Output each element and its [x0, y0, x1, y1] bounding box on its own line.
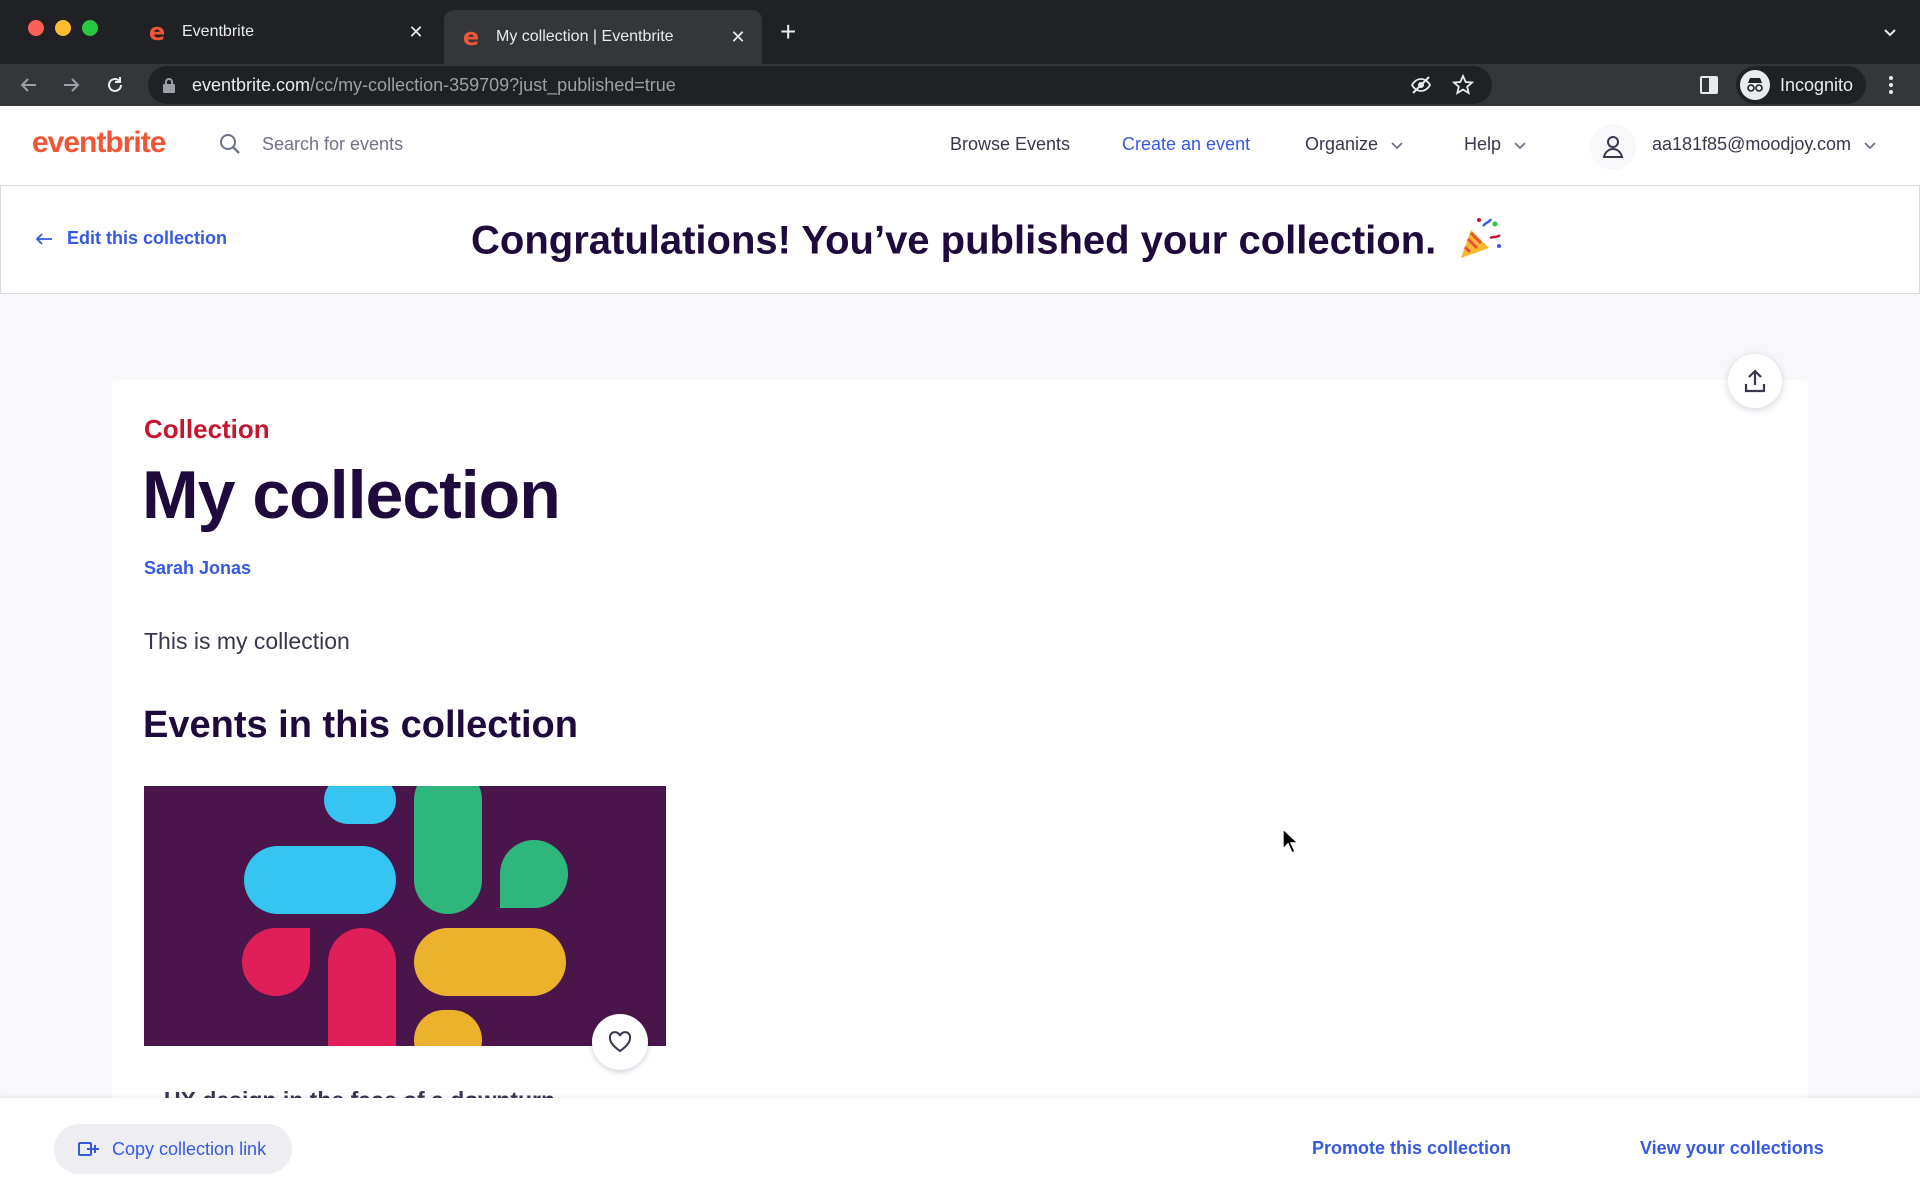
promote-collection-link[interactable]: Promote this collection [1312, 1138, 1511, 1159]
account-email: aa181f85@moodjoy.com [1652, 134, 1852, 154]
mouse-cursor-icon [1282, 827, 1300, 859]
nav-help-label: Help [1464, 134, 1502, 154]
collection-author-link[interactable]: Sarah Jonas [144, 558, 251, 579]
congratulations-text: Congratulations! You’ve published your c… [471, 218, 1437, 263]
congratulations-message: Congratulations! You’ve published your c… [471, 216, 1503, 270]
eye-slash-icon[interactable] [1410, 74, 1432, 101]
collection-title: My collection [142, 457, 561, 533]
arrow-left-icon [35, 232, 52, 245]
collection-description: This is my collection [144, 628, 350, 654]
chevron-down-icon [1864, 141, 1876, 149]
address-bar[interactable]: eventbrite.com/cc/my-collection-359709?j… [148, 66, 1492, 104]
tab-title: My collection | Eventbrite [496, 28, 674, 45]
edit-collection-label: Edit this collection [67, 228, 228, 248]
tab-search-chevron-icon[interactable] [1882, 24, 1898, 45]
tab-title: Eventbrite [182, 23, 255, 40]
link-icon [78, 1142, 99, 1156]
view-collections-link[interactable]: View your collections [1640, 1138, 1824, 1159]
reload-icon[interactable] [104, 74, 126, 96]
events-heading: Events in this collection [143, 704, 578, 746]
nav-browse-events[interactable]: Browse Events [950, 134, 1070, 155]
edit-collection-link[interactable]: Edit this collection [35, 228, 227, 249]
event-search[interactable]: Search for events [218, 132, 403, 156]
close-tab-icon[interactable]: ✕ [728, 27, 748, 48]
maximize-window-button[interactable] [82, 20, 98, 36]
account-menu[interactable]: aa181f85@moodjoy.com [1652, 134, 1877, 155]
nav-organize-label: Organize [1305, 134, 1379, 154]
chevron-down-icon [1391, 141, 1403, 149]
nav-help[interactable]: Help [1464, 134, 1527, 155]
party-popper-icon [1457, 216, 1503, 270]
slack-logo-image [144, 786, 666, 1046]
incognito-icon [1740, 70, 1770, 100]
collection-action-bar: Copy collection link Promote this collec… [0, 1098, 1920, 1200]
site-header: eventbrite Search for events Browse Even… [0, 106, 1920, 186]
user-avatar-icon[interactable] [1590, 124, 1636, 170]
collection-kicker: Collection [144, 414, 270, 444]
minimize-window-button[interactable] [55, 20, 71, 36]
close-window-button[interactable] [28, 20, 44, 36]
nav-organize[interactable]: Organize [1305, 134, 1404, 155]
browser-tab-eventbrite[interactable]: e Eventbrite ✕ [130, 10, 440, 54]
share-upload-icon [1744, 369, 1766, 393]
browser-menu-icon[interactable] [1880, 74, 1902, 96]
save-event-button[interactable] [592, 1014, 648, 1070]
chevron-down-icon [1514, 141, 1526, 149]
search-input[interactable]: Search for events [262, 134, 403, 155]
share-button[interactable] [1728, 354, 1782, 408]
copy-link-label: Copy collection link [112, 1138, 267, 1159]
incognito-label: Incognito [1780, 74, 1854, 95]
back-arrow-icon[interactable] [18, 74, 40, 96]
event-card-image[interactable] [144, 786, 666, 1046]
search-icon [220, 134, 240, 154]
eventbrite-logo[interactable]: eventbrite [32, 126, 166, 160]
browser-toolbar: eventbrite.com/cc/my-collection-359709?j… [0, 64, 1920, 106]
close-tab-icon[interactable]: ✕ [406, 22, 426, 43]
eventbrite-favicon-icon: e [462, 23, 480, 51]
lock-icon [163, 78, 175, 93]
browser-tab-bar: e Eventbrite ✕ e My collection | Eventbr… [0, 0, 1920, 64]
event-card-title[interactable]: UX design in the face of a downturn [164, 1080, 555, 1100]
heart-icon [608, 1031, 632, 1053]
browser-tab-my-collection[interactable]: e My collection | Eventbrite ✕ [444, 10, 762, 64]
nav-create-event[interactable]: Create an event [1122, 134, 1250, 155]
incognito-profile-button[interactable]: Incognito [1736, 66, 1866, 104]
bookmark-star-icon[interactable] [1451, 73, 1475, 101]
new-tab-icon[interactable]: + [780, 16, 796, 48]
forward-arrow-icon[interactable] [60, 74, 82, 96]
published-banner: Edit this collection Congratulations! Yo… [0, 186, 1920, 294]
copy-collection-link-button[interactable]: Copy collection link [54, 1124, 292, 1174]
url-text: eventbrite.com/cc/my-collection-359709?j… [192, 74, 676, 95]
side-panel-icon[interactable] [1698, 74, 1720, 96]
eventbrite-favicon-icon: e [148, 18, 166, 46]
